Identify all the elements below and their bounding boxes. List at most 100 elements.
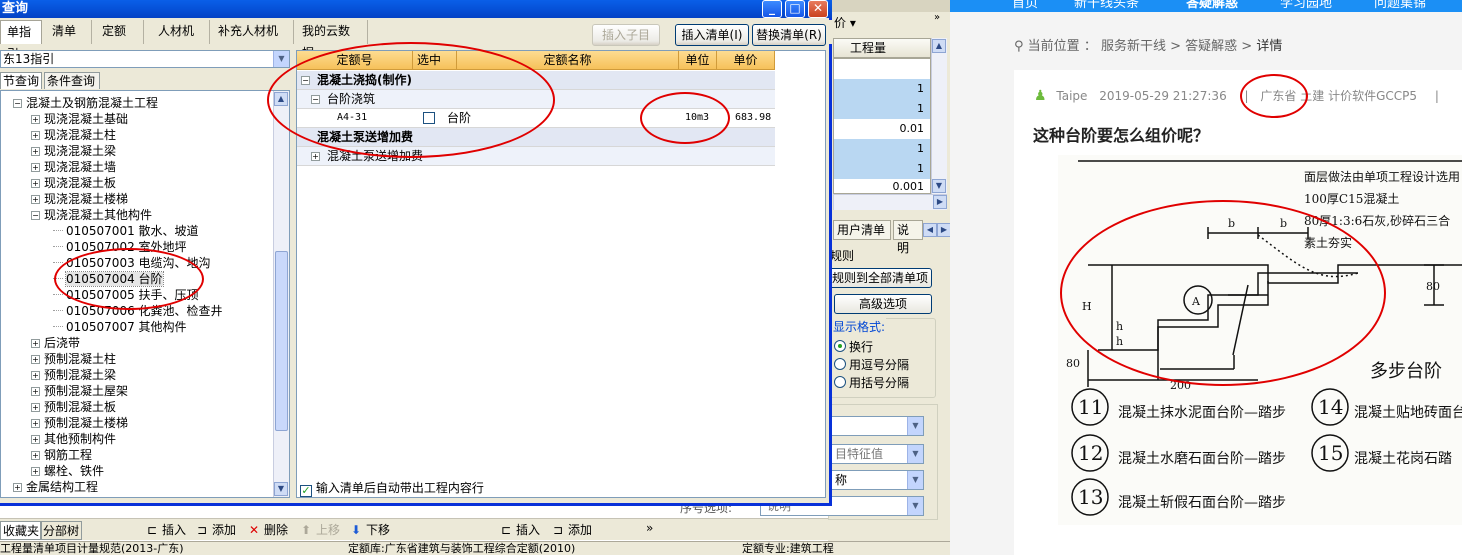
price-dropdown[interactable]: 价 ▾	[834, 14, 856, 31]
expand-icon[interactable]: +	[31, 387, 40, 396]
expand-icon[interactable]: +	[31, 435, 40, 444]
auto-insert-checkbox[interactable]	[300, 485, 312, 497]
move-up-button[interactable]: ⬆ 上移	[298, 521, 340, 539]
tab-description[interactable]: 说明	[893, 220, 923, 255]
breadcrumb-link[interactable]: 服务新干线	[1101, 39, 1166, 54]
expand-icon[interactable]: +	[31, 339, 40, 348]
tree-node[interactable]: 010507004 台阶	[53, 271, 164, 287]
tree-node[interactable]: − 混凝土及钢筋混凝土工程	[13, 95, 158, 111]
insert-list-button[interactable]: 插入清单(I)	[675, 24, 749, 46]
nav-learning[interactable]: 学习园地	[1280, 0, 1332, 11]
tree-node[interactable]: + 现浇混凝土梁	[31, 143, 116, 159]
expand-icon[interactable]: +	[31, 467, 40, 476]
tab-cloud-data[interactable]: 我的云数据	[296, 20, 368, 60]
nav-headlines[interactable]: 新干线头条	[1074, 0, 1139, 11]
tree-node[interactable]: + 预制混凝土梁	[31, 367, 116, 383]
col-header-price[interactable]: 单价	[717, 51, 775, 70]
expand-icon[interactable]: +	[31, 419, 40, 428]
tab-section-query[interactable]: 节查询	[0, 72, 42, 89]
scroll-right-icon[interactable]: ▶	[933, 195, 947, 209]
option-combo-1[interactable]: ▼	[828, 416, 924, 436]
tree-node[interactable]: + 现浇混凝土板	[31, 175, 116, 191]
expand-icon[interactable]: +	[31, 355, 40, 364]
move-down-button[interactable]: ⬇ 下移	[348, 521, 390, 539]
minimize-icon[interactable]: _	[762, 0, 782, 18]
more-icon[interactable]: »	[646, 521, 653, 535]
tree-node[interactable]: 010507002 室外地坪	[53, 239, 187, 255]
feature-value-combo[interactable]: 目特征值 ▼	[828, 444, 924, 464]
close-icon[interactable]: ✕	[808, 0, 828, 18]
tree-node[interactable]: + 预制混凝土板	[31, 399, 116, 415]
expand-icon[interactable]: +	[311, 152, 320, 161]
insert-button[interactable]: ⊏ 插入	[144, 521, 186, 539]
tree-node[interactable]: + 金属结构工程	[13, 479, 98, 495]
scroll-up-icon[interactable]: ▲	[932, 39, 946, 53]
tree-node[interactable]: + 螺栓、铁件	[31, 463, 104, 479]
tree-node[interactable]: + 后浇带	[31, 335, 80, 351]
collapse-icon[interactable]: −	[301, 76, 310, 85]
tree-node[interactable]: − 现浇混凝土其他构件	[31, 207, 152, 223]
tree-node[interactable]: + 预制混凝土柱	[31, 351, 116, 367]
tree-node[interactable]: 010507005 扶手、压顶	[53, 287, 199, 303]
more-icon[interactable]: »	[934, 12, 940, 23]
replace-list-button[interactable]: 替换清单(R)	[752, 24, 826, 46]
grid-hscrollbar[interactable]: ▶	[833, 194, 947, 210]
tree-node[interactable]: 010507001 散水、坡道	[53, 223, 199, 239]
expand-icon[interactable]: +	[31, 195, 40, 204]
collapse-icon[interactable]: −	[311, 95, 320, 104]
col-header-unit[interactable]: 单位	[679, 51, 717, 70]
scroll-down-icon[interactable]: ▼	[274, 482, 288, 496]
tree-scrollbar[interactable]: ▲ ▼	[273, 91, 289, 497]
tab-guide[interactable]: 单指引	[0, 20, 42, 61]
tab-division-tree[interactable]: 分部树	[40, 521, 83, 540]
dialog-titlebar[interactable]	[0, 0, 832, 18]
expand-icon[interactable]: +	[31, 371, 40, 380]
tree-node[interactable]: + 现浇混凝土基础	[31, 111, 128, 127]
add-button-2[interactable]: ⊐ 添加	[550, 521, 592, 539]
tree-node[interactable]: + 其他预制构件	[31, 431, 116, 447]
scroll-up-icon[interactable]: ▲	[274, 92, 288, 106]
expand-icon[interactable]: +	[31, 147, 40, 156]
expand-icon[interactable]: +	[31, 115, 40, 124]
advanced-options-button[interactable]: 高级选项	[834, 294, 932, 314]
tree-node[interactable]: + 预制混凝土屋架	[31, 383, 128, 399]
tab-scroll-left-icon[interactable]: ◀	[923, 223, 937, 237]
grid-cell[interactable]: 1	[834, 159, 930, 179]
collapse-icon[interactable]: −	[31, 211, 40, 220]
group-row[interactable]: − 混凝土浇捣(制作)	[297, 71, 775, 90]
grid-cell[interactable]: 0.01	[834, 119, 930, 139]
maximize-icon[interactable]: □	[785, 0, 805, 18]
author-name[interactable]: Taipe	[1056, 89, 1087, 103]
grid-cell[interactable]: 1	[834, 79, 930, 99]
expand-icon[interactable]: +	[13, 483, 22, 492]
scroll-down-icon[interactable]: ▼	[932, 179, 946, 193]
tab-supplement-resources[interactable]: 补充人材机	[212, 20, 294, 44]
grid-cell[interactable]: 1	[834, 139, 930, 159]
tree-node[interactable]: 010507007 其他构件	[53, 319, 187, 335]
auto-insert-option[interactable]: 输入清单后自动带出工程内容行	[300, 479, 484, 497]
expand-icon[interactable]: +	[31, 403, 40, 412]
collapse-icon[interactable]: −	[13, 99, 22, 108]
select-checkbox[interactable]	[423, 112, 435, 124]
avatar[interactable]: ♟	[1034, 88, 1047, 104]
subgroup-row[interactable]: − 台阶浇筑	[297, 90, 775, 109]
expand-icon[interactable]: +	[31, 451, 40, 460]
table-row[interactable]: A4-31 台阶 10m3 683.98	[297, 109, 775, 128]
tree-node[interactable]: 010507006 化粪池、检查井	[53, 303, 223, 319]
expand-icon[interactable]: +	[31, 131, 40, 140]
tab-condition-query[interactable]: 条件查询	[44, 72, 100, 89]
radio-bracket[interactable]	[834, 376, 846, 388]
tree-node[interactable]: + 现浇混凝土墙	[31, 159, 116, 175]
nav-home[interactable]: 首页	[1012, 0, 1038, 11]
subgroup-row[interactable]: + 混凝土泵送增加费	[297, 147, 775, 166]
stair-drawing-image[interactable]: b b H h h 80 200 A 80 面层做法由单项工程设计选用 100厚…	[1058, 155, 1462, 525]
delete-button[interactable]: ✕ 删除	[246, 521, 288, 539]
col-header-select[interactable]: 选中	[413, 51, 457, 70]
tree-node[interactable]: + 钢筋工程	[31, 447, 92, 463]
nav-issues[interactable]: 问题集锦	[1374, 0, 1426, 11]
library-select[interactable]: 东13指引 ▼	[0, 50, 290, 68]
apply-rules-all-button[interactable]: 规则到全部清单项	[828, 268, 932, 288]
tab-resources[interactable]: 人材机	[152, 20, 210, 44]
tab-favorites[interactable]: 收藏夹	[0, 521, 43, 540]
tree-node[interactable]: 010507003 电缆沟、地沟	[53, 255, 211, 271]
